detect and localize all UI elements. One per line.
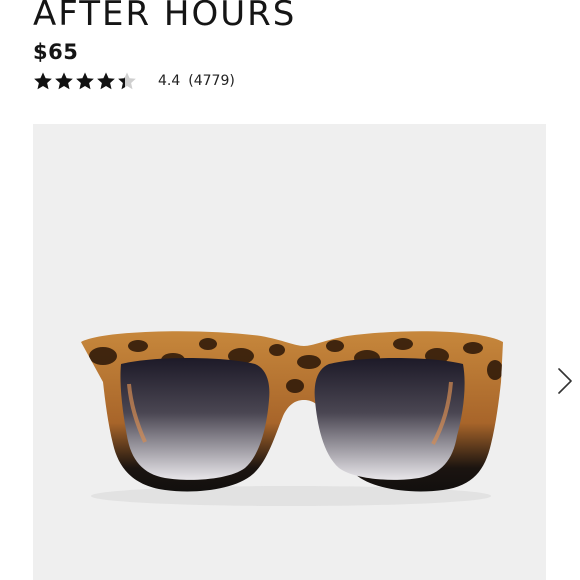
star-icon <box>97 72 115 90</box>
star-icon <box>76 72 94 90</box>
product-title: AFTER HOURS <box>33 0 297 34</box>
star-icon <box>34 72 52 90</box>
sunglasses-icon <box>81 331 503 506</box>
rating-count: (4779) <box>188 73 235 89</box>
product-image[interactable] <box>33 124 546 580</box>
rating-value: 4.4 <box>158 73 181 89</box>
star-icon <box>118 72 136 90</box>
star-icon <box>55 72 73 90</box>
chevron-right-icon[interactable] <box>555 366 575 396</box>
rating-stars <box>33 71 137 91</box>
product-rating[interactable]: 4.4 (4779) <box>33 70 235 92</box>
product-price: $65 <box>33 40 79 64</box>
